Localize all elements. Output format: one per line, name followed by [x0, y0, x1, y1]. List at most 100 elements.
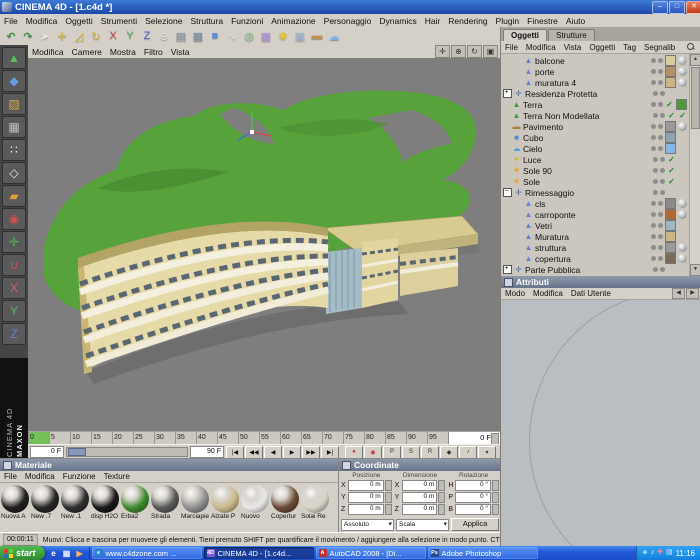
sound-button[interactable]: ♪	[459, 445, 477, 459]
editor-visibility-dot[interactable]	[651, 146, 656, 151]
object-tag-1[interactable]	[667, 166, 676, 175]
object-tree-item[interactable]: porte	[501, 66, 689, 77]
pos-x-stepper[interactable]	[384, 480, 392, 491]
history-forward-icon[interactable]: ▶	[686, 288, 699, 299]
object-tree-item[interactable]: carroponte	[501, 209, 689, 220]
redo-icon[interactable]: ↷	[20, 29, 36, 44]
expand-toggle-icon[interactable]	[503, 123, 510, 130]
render-visibility-dot[interactable]	[658, 146, 663, 151]
object-tag-2[interactable]	[678, 177, 687, 186]
move-tool-icon[interactable]: ✛	[54, 29, 70, 44]
object-tag-1[interactable]	[665, 121, 676, 132]
taskbar-task-button[interactable]: Ps Adobe Photoshop	[427, 547, 538, 559]
rotate-tool-icon[interactable]: ↻	[88, 29, 104, 44]
material-menu-item[interactable]: Modifica	[21, 472, 59, 481]
next-frame-button[interactable]: ▶▶	[302, 445, 320, 459]
close-button[interactable]: ✕	[686, 0, 700, 14]
size-z-field[interactable]: 0 m	[401, 504, 438, 515]
material-item[interactable]: Nuova A	[1, 485, 30, 520]
material-item[interactable]: New .7	[31, 485, 60, 520]
expand-toggle-icon[interactable]	[515, 57, 522, 64]
material-item[interactable]: New .1	[61, 485, 90, 520]
start-button[interactable]: start	[0, 546, 45, 560]
object-tree-item[interactable]: Cubo	[501, 132, 689, 143]
object-tree-item[interactable]: Vetri	[501, 220, 689, 231]
expand-toggle-icon[interactable]	[503, 145, 510, 152]
object-tree-item[interactable]: Terra	[501, 99, 689, 110]
array-icon[interactable]: ▩	[258, 29, 274, 44]
apply-button[interactable]: Applica	[451, 518, 499, 531]
material-item[interactable]: Copertur	[271, 485, 300, 520]
goto-start-button[interactable]: |◀	[226, 445, 244, 459]
editor-visibility-dot[interactable]	[651, 58, 656, 63]
manager-tab[interactable]: Strutture	[548, 29, 595, 41]
display-tray-icon[interactable]: ▤	[666, 547, 673, 559]
material-menu-item[interactable]: Texture	[100, 472, 134, 481]
record-keyframe-button[interactable]: ●	[345, 445, 363, 459]
object-tree-item[interactable]: cls	[501, 198, 689, 209]
object-tag-2[interactable]	[678, 243, 687, 252]
object-tag-2[interactable]	[678, 111, 687, 120]
editor-visibility-dot[interactable]	[651, 80, 656, 85]
editor-visibility-dot[interactable]	[651, 124, 656, 129]
coordinate-mode-dropdown[interactable]: Assoluto	[341, 518, 394, 531]
editor-visibility-dot[interactable]	[651, 234, 656, 239]
object-tree-item[interactable]: Luce	[501, 154, 689, 165]
pos-y-field[interactable]: 0 m	[348, 492, 384, 503]
search-icon[interactable]	[687, 43, 695, 51]
object-tag-1[interactable]	[665, 132, 676, 143]
editor-visibility-dot[interactable]	[651, 69, 656, 74]
material-menu-item[interactable]: File	[0, 472, 21, 481]
size-x-stepper[interactable]	[438, 480, 446, 491]
menu-item[interactable]: Selezione	[141, 16, 186, 26]
object-tree-item[interactable]: Sole 90	[501, 165, 689, 176]
render-visibility-dot[interactable]	[658, 212, 663, 217]
object-tree-item[interactable]: Muratura	[501, 231, 689, 242]
workplane-mode-icon[interactable]: ▦	[2, 116, 26, 138]
viewport-menu-item[interactable]: Camere	[68, 47, 106, 57]
undo-icon[interactable]: ↶	[3, 29, 19, 44]
make-editable-icon[interactable]: ▲	[2, 47, 26, 69]
render-visibility-dot[interactable]	[658, 69, 663, 74]
pos-z-field[interactable]: 0 m	[348, 504, 384, 515]
scroll-down-icon[interactable]: ▼	[690, 264, 700, 276]
prev-key-button[interactable]: ◀◀	[245, 445, 263, 459]
object-tag-2[interactable]	[678, 221, 687, 230]
object-tag-1[interactable]	[667, 177, 676, 186]
material-menu-item[interactable]: Funzione	[59, 472, 100, 481]
x-axis-lock-icon[interactable]: X	[105, 29, 121, 44]
render-visibility-dot[interactable]	[658, 124, 663, 129]
editor-visibility-dot[interactable]	[651, 245, 656, 250]
editor-visibility-dot[interactable]	[651, 223, 656, 228]
show-desktop-icon[interactable]: ▦	[61, 547, 73, 559]
size-y-field[interactable]: 0 m	[401, 492, 438, 503]
rot-b-field[interactable]: 0 °	[455, 504, 491, 515]
object-tree-item[interactable]: Sole	[501, 176, 689, 187]
expand-toggle-icon[interactable]	[503, 265, 512, 274]
editor-visibility-dot[interactable]	[653, 157, 658, 162]
floor-icon[interactable]: ▬	[309, 29, 325, 44]
material-item[interactable]: Alzate P	[211, 485, 240, 520]
taskbar-task-button[interactable]: e www.c4dzone.com ...	[91, 547, 202, 559]
object-tree-item[interactable]: balcone	[501, 55, 689, 66]
scroll-up-icon[interactable]: ▲	[690, 54, 700, 66]
object-tag-2[interactable]	[678, 188, 687, 197]
object-tag-1[interactable]	[665, 55, 676, 66]
editor-visibility-dot[interactable]	[651, 102, 656, 107]
render-visibility-dot[interactable]	[658, 58, 663, 63]
render-visibility-dot[interactable]	[660, 113, 665, 118]
z-axis-lock-icon[interactable]: Z	[139, 29, 155, 44]
expand-toggle-icon[interactable]	[503, 178, 510, 185]
object-tag-2[interactable]	[678, 210, 687, 219]
volume-tray-icon[interactable]: ♪	[651, 547, 655, 559]
material-item[interactable]: disp H2O	[91, 485, 120, 520]
rotate-view-icon[interactable]: ↻	[467, 45, 482, 58]
range-slider-handle[interactable]	[68, 448, 86, 456]
object-tree-item[interactable]: Cielo	[501, 143, 689, 154]
pan-view-icon[interactable]: ✛	[435, 45, 450, 58]
material-preview-sphere[interactable]	[91, 485, 119, 513]
object-tag-1[interactable]	[667, 89, 676, 98]
rot-b-stepper[interactable]	[492, 504, 499, 515]
rot-h-field[interactable]: 0 °	[455, 480, 491, 491]
editor-visibility-dot[interactable]	[651, 135, 656, 140]
